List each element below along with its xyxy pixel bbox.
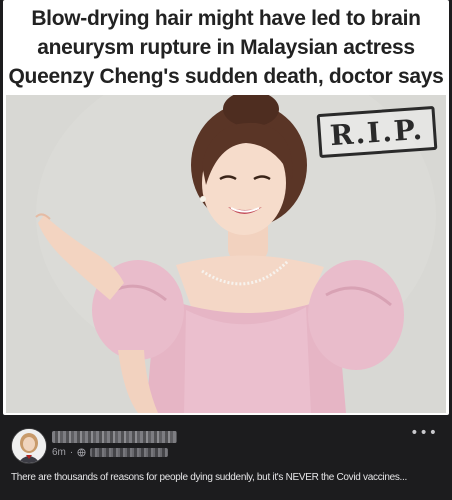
headline-line-3: Queenzy Cheng's sudden death, doctor say… bbox=[8, 65, 444, 88]
post-meta: 6m · bbox=[52, 447, 169, 458]
author-name-redacted[interactable] bbox=[52, 431, 177, 443]
avatar[interactable] bbox=[11, 428, 47, 464]
headline-line-2: aneurysm rupture in Malaysian actress bbox=[37, 36, 415, 59]
screenshot: Blow-drying hair might have led to brain… bbox=[0, 0, 452, 500]
rip-stamp: R.I.P. bbox=[316, 105, 438, 159]
rip-stamp-text: R.I.P. bbox=[328, 112, 426, 152]
avatar-image bbox=[12, 429, 46, 463]
meme-image[interactable]: Blow-drying hair might have led to brain… bbox=[3, 0, 449, 415]
more-horizontal-icon[interactable]: ••• bbox=[410, 426, 438, 440]
globe-icon bbox=[77, 448, 86, 457]
headline-line-1: Blow-drying hair might have led to brain bbox=[31, 7, 421, 30]
headline: Blow-drying hair might have led to brain… bbox=[3, 4, 449, 91]
meta-separator: · bbox=[69, 447, 74, 458]
post-footer: 6m · ••• There are thousands of reasons … bbox=[0, 418, 452, 500]
meta-redacted bbox=[90, 448, 169, 457]
post-timestamp[interactable]: 6m bbox=[52, 447, 66, 458]
post-caption: There are thousands of reasons for peopl… bbox=[11, 472, 407, 483]
